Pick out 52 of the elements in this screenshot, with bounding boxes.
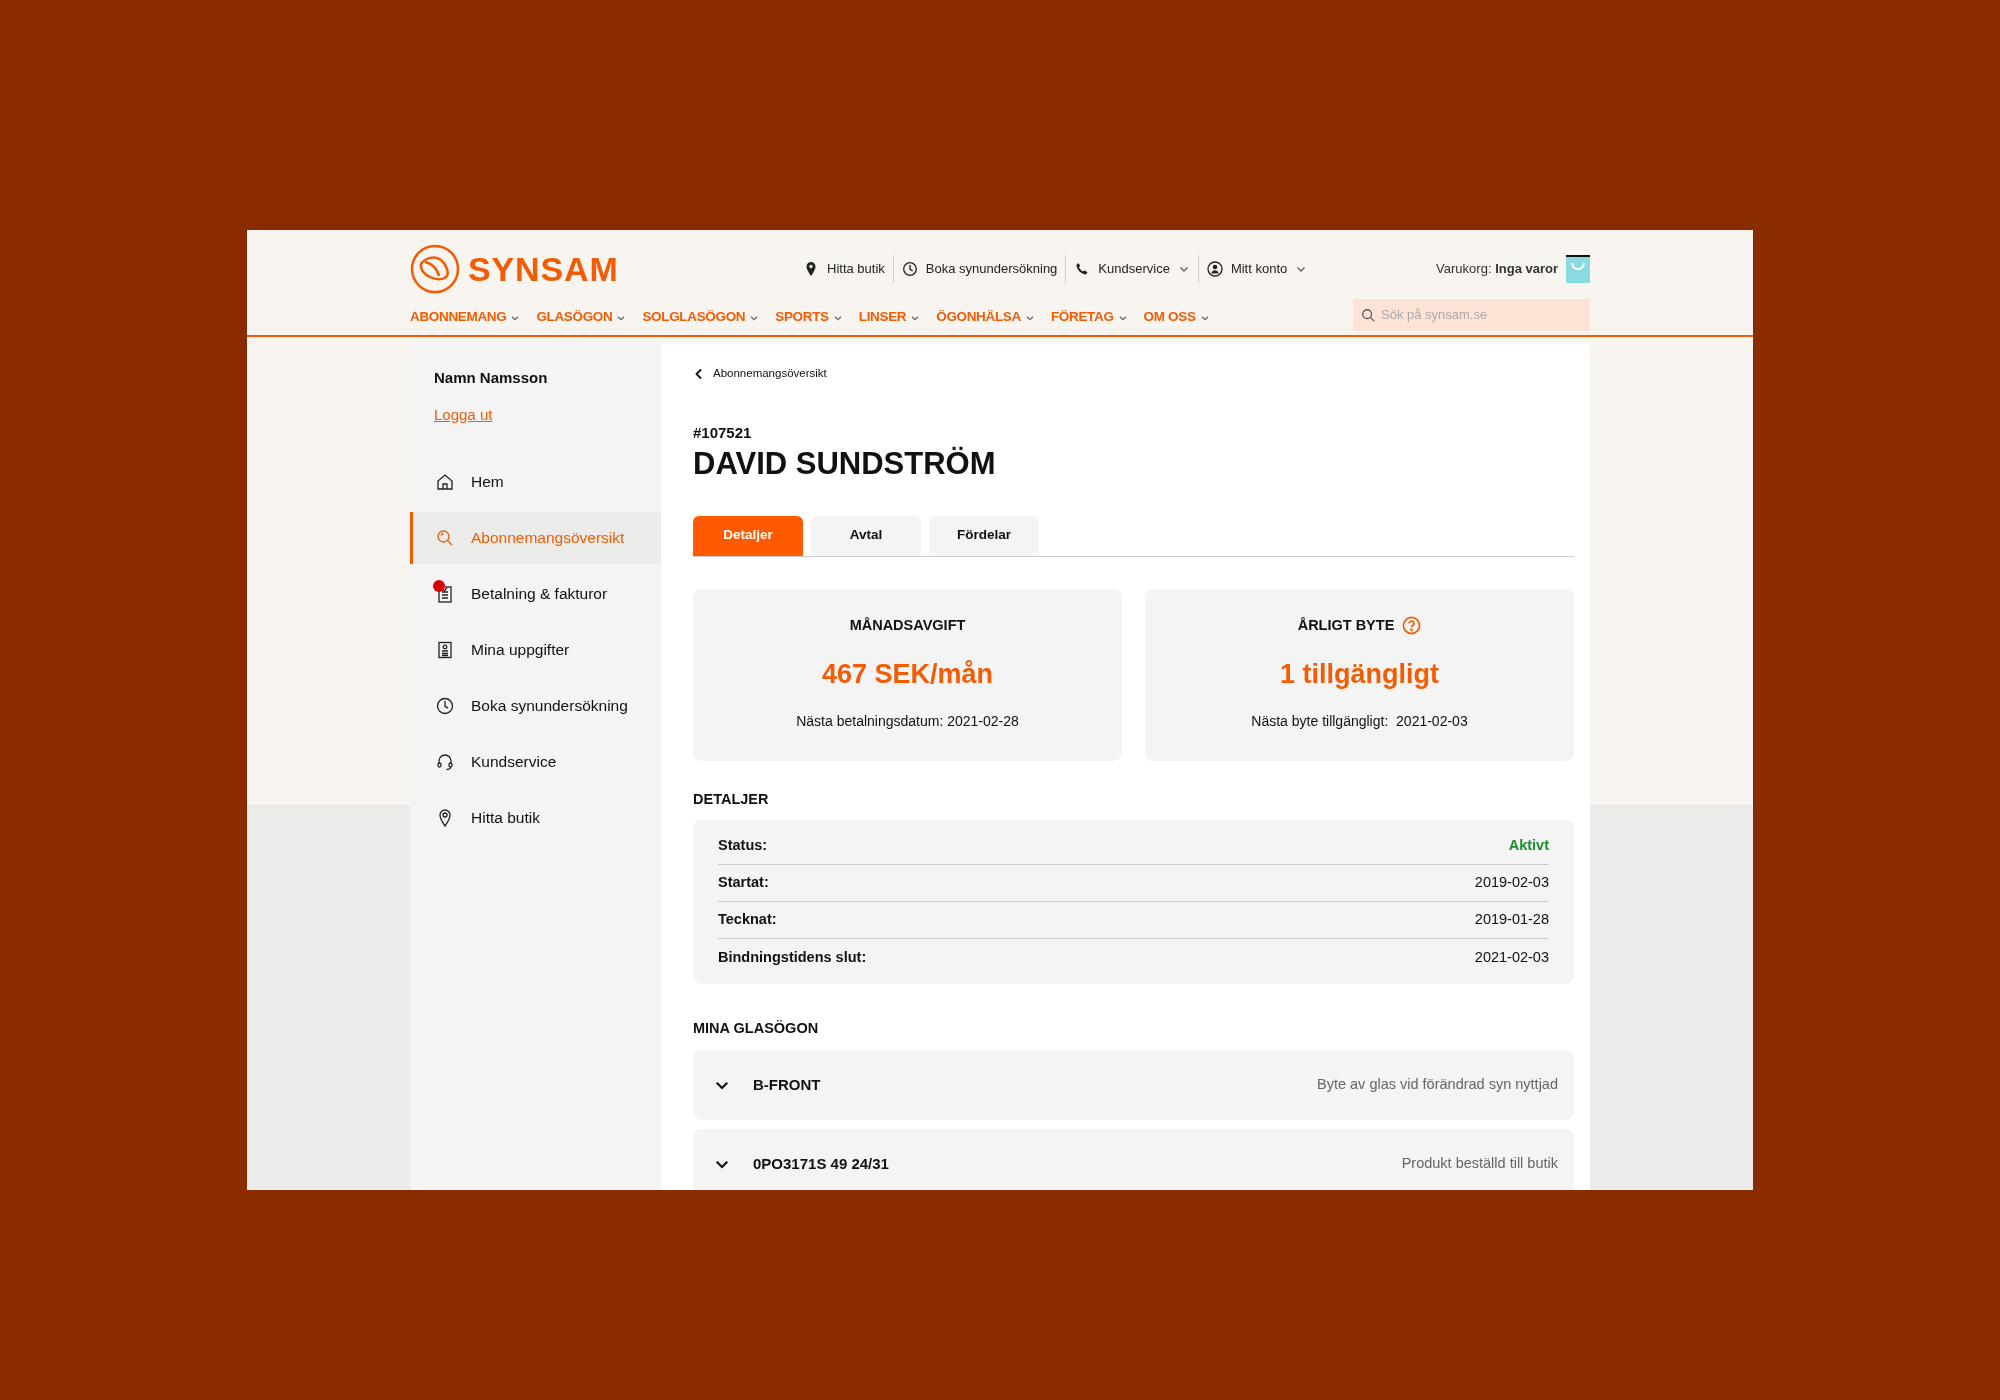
card-note: Nästa betalningsdatum: 2021-02-28 [796, 711, 1019, 731]
sidebar-item[interactable]: Boka synundersökning [410, 680, 661, 732]
section-heading: MINA GLASÖGON [693, 1019, 820, 1039]
subscription-number: #107521 [693, 423, 753, 444]
detail-label: Startat: [718, 873, 769, 893]
section-heading: DETALJER [693, 789, 770, 809]
glasses-note: Produkt beställd till butik [1401, 1154, 1558, 1174]
logo-icon [410, 244, 460, 294]
cart-label: Varukorg: Inga varor [1436, 260, 1558, 279]
headset-icon [435, 752, 455, 772]
glasses-note: Byte av glas vid förändrad syn nyttjad [1317, 1075, 1558, 1095]
clock-icon [435, 696, 455, 716]
user-icon [1206, 261, 1223, 277]
detail-value: 2019-01-28 [1474, 910, 1549, 930]
glasses-accordion-row[interactable]: 0PO3171S 49 24/31 Produkt beställd till butik [693, 1129, 1574, 1190]
user-name: Namn Namsson [434, 368, 549, 388]
detail-value: Aktivt [1508, 836, 1549, 856]
top-link[interactable]: Mitt konto [1197, 255, 1316, 283]
document-icon [435, 584, 455, 604]
id-card-icon [435, 640, 455, 660]
tab[interactable]: Fördelar [929, 515, 1039, 556]
search-icon [1361, 307, 1375, 322]
glasses-name: 0PO3171S 49 24/31 [753, 1153, 889, 1174]
shopping-bag-icon[interactable] [1566, 255, 1590, 283]
detail-value: 2021-02-03 [1474, 947, 1549, 967]
glasses-name: B-FRONT [753, 1074, 821, 1095]
search-field[interactable]: Sök på synsam.se [1353, 298, 1590, 331]
clock-icon [901, 261, 918, 277]
sidebar-item[interactable]: Hitta butik [410, 792, 661, 844]
detail-value: 2019-02-03 [1474, 873, 1549, 893]
top-link[interactable]: Kundservice [1065, 255, 1198, 283]
back-link[interactable]: Abonnemangsöversikt [693, 365, 827, 383]
help-icon[interactable] [1402, 615, 1422, 635]
sidebar-item[interactable]: Hem [410, 456, 661, 508]
sidebar-item[interactable]: Betalning & fakturor [410, 568, 661, 620]
glasses-accordion-row[interactable]: B-FRONT Byte av glas vid förändrad syn nyttjad [693, 1050, 1574, 1120]
top-link[interactable]: Boka synundersökning [892, 255, 1066, 283]
sidebar-item[interactable]: Mina uppgifter [410, 624, 661, 676]
customer-name: DAVID SUNDSTRÖM [693, 444, 997, 483]
search-icon [435, 528, 455, 548]
home-icon [435, 472, 455, 492]
card-value: 467 SEK/mån [821, 658, 994, 692]
card-note: Nästa byte tillgängligt: 2021-02-03 [1251, 711, 1468, 731]
card-value: 1 tillgängligt [1280, 658, 1439, 692]
top-link[interactable]: Hitta butik [795, 255, 893, 283]
sidebar-item[interactable]: Kundservice [410, 736, 661, 788]
card-title: MÅNADSAVGIFT [849, 615, 966, 635]
detail-label: Tecknat: [718, 910, 777, 930]
detail-label: Status: [718, 836, 768, 856]
card-title: ÅRLIGT BYTE [1297, 615, 1395, 635]
detail-label: Bindningstidens slut: [718, 947, 867, 967]
tab[interactable]: Avtal [811, 515, 921, 556]
